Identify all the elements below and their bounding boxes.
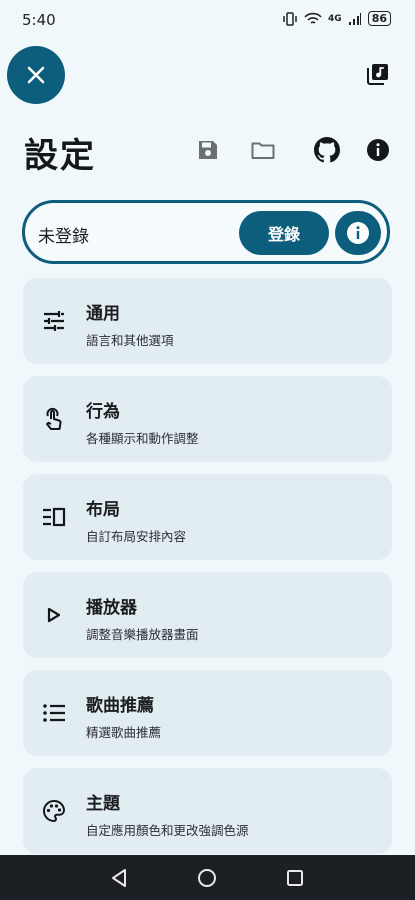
music-library-button[interactable] <box>366 62 390 86</box>
info-icon <box>347 222 369 244</box>
settings-item-general[interactable]: 通用 語言和其他選項 <box>23 278 392 364</box>
about-button[interactable] <box>365 137 391 163</box>
save-icon <box>199 141 217 159</box>
login-status-text: 未登錄 <box>38 227 89 247</box>
touch-app-icon <box>41 406 67 432</box>
account-info-button[interactable] <box>335 211 381 255</box>
back-icon <box>112 869 126 887</box>
settings-item-title: 行為 <box>86 402 120 422</box>
folder-button[interactable] <box>250 137 276 163</box>
page-title: 設定 <box>24 136 96 176</box>
home-button[interactable] <box>196 867 218 889</box>
play-icon <box>41 602 67 628</box>
settings-item-title: 主題 <box>86 794 120 814</box>
tune-icon <box>41 308 67 334</box>
music-library-icon <box>367 64 388 85</box>
close-button[interactable] <box>7 46 65 104</box>
login-button[interactable]: 登錄 <box>239 211 329 255</box>
settings-item-subtitle: 自訂布局安排內容 <box>86 529 187 544</box>
wifi-icon <box>304 12 322 24</box>
view-list-icon <box>41 504 67 530</box>
close-icon <box>27 66 45 84</box>
github-button[interactable] <box>314 137 340 163</box>
back-button[interactable] <box>108 867 130 889</box>
settings-item-recommendations[interactable]: 歌曲推薦 精選歌曲推薦 <box>23 670 392 756</box>
status-icons: 4G 86 <box>282 11 391 26</box>
list-icon <box>41 700 67 726</box>
network-type: 4G <box>328 13 342 24</box>
save-button[interactable] <box>195 137 221 163</box>
settings-item-subtitle: 自定應用顏色和更改強調色源 <box>86 823 249 838</box>
settings-item-title: 歌曲推薦 <box>86 696 154 716</box>
github-icon <box>314 137 340 163</box>
system-nav-bar <box>0 855 415 900</box>
settings-item-behavior[interactable]: 行為 各種顯示和動作調整 <box>23 376 392 462</box>
settings-item-subtitle: 語言和其他選項 <box>86 333 174 348</box>
recents-button[interactable] <box>284 867 306 889</box>
home-icon <box>198 869 216 887</box>
account-panel: 未登錄 登錄 <box>22 200 390 264</box>
settings-item-subtitle: 調整音樂播放器畫面 <box>86 627 199 642</box>
settings-item-player[interactable]: 播放器 調整音樂播放器畫面 <box>23 572 392 658</box>
signal-icon <box>348 12 361 25</box>
status-time: 5:40 <box>22 11 56 29</box>
settings-item-title: 播放器 <box>86 598 137 618</box>
settings-item-title: 通用 <box>86 304 120 324</box>
recents-icon <box>287 870 303 886</box>
info-icon <box>367 139 389 161</box>
settings-item-title: 布局 <box>86 500 120 520</box>
settings-item-theme[interactable]: 主題 自定應用顏色和更改強調色源 <box>23 768 392 854</box>
settings-item-subtitle: 精選歌曲推薦 <box>86 725 162 740</box>
settings-item-subtitle: 各種顯示和動作調整 <box>86 431 199 446</box>
folder-icon <box>251 142 275 159</box>
battery-level: 86 <box>367 11 391 26</box>
status-bar: 5:40 4G 86 <box>0 0 415 40</box>
vibrate-icon <box>283 11 297 26</box>
settings-item-layout[interactable]: 布局 自訂布局安排內容 <box>23 474 392 560</box>
palette-icon <box>41 798 67 824</box>
